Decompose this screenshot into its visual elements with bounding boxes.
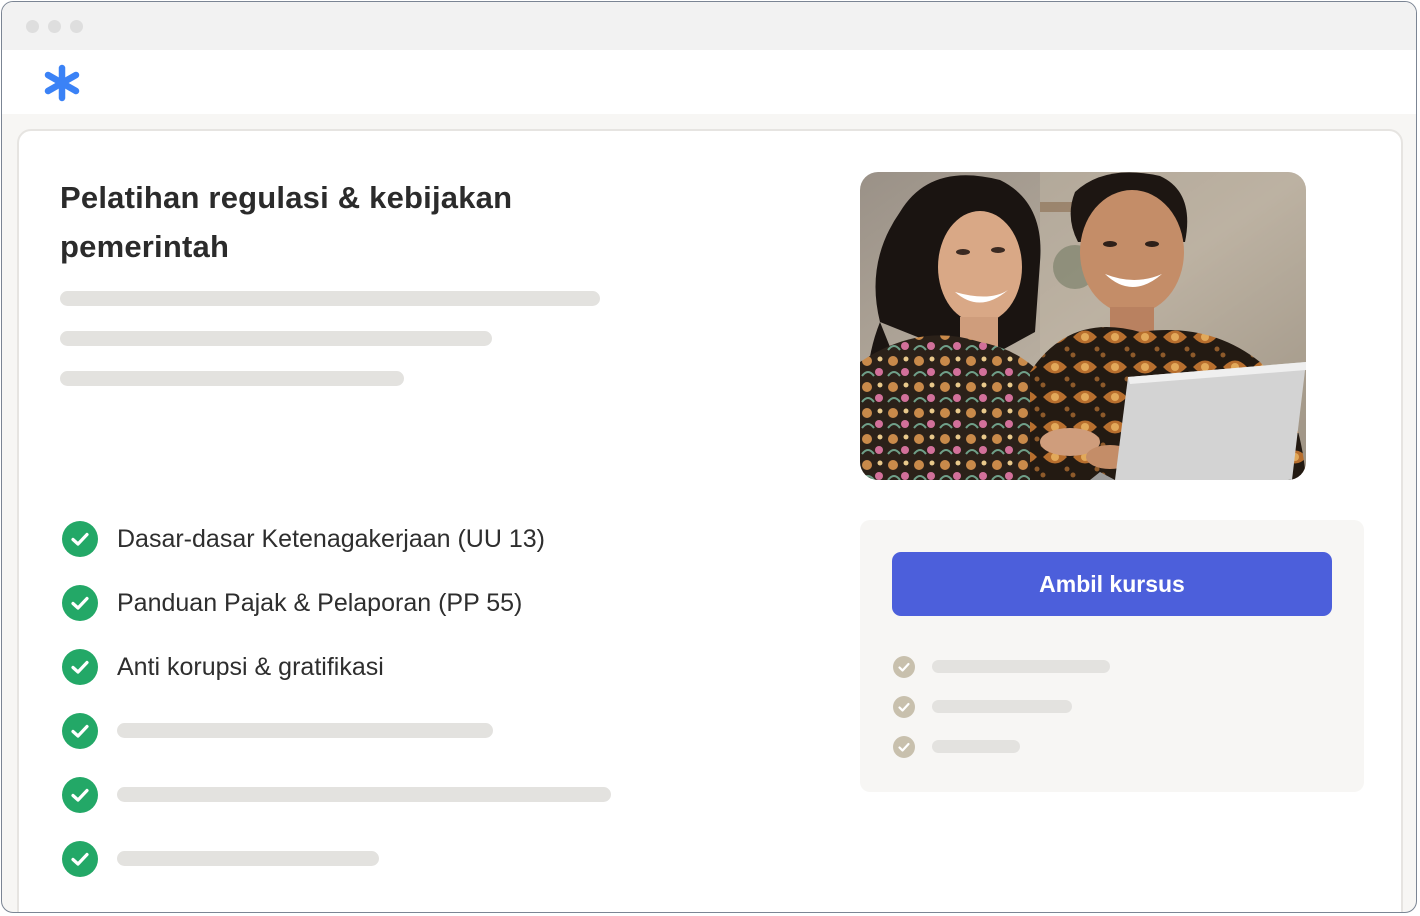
feature-item xyxy=(62,775,762,815)
check-circle-icon xyxy=(893,656,915,678)
feature-item: Panduan Pajak & Pelaporan (PP 55) xyxy=(62,583,762,623)
course-card: Pelatihan regulasi & kebijakan pemerinta… xyxy=(17,129,1403,912)
feature-label: Anti korupsi & gratifikasi xyxy=(117,653,384,681)
check-circle-icon xyxy=(893,736,915,758)
check-circle-icon xyxy=(62,713,98,749)
description-placeholder-line xyxy=(60,371,404,386)
check-circle-icon xyxy=(893,696,915,718)
window-close-dot[interactable] xyxy=(26,20,39,33)
feature-label: Dasar-dasar Ketenagakerjaan (UU 13) xyxy=(117,525,545,553)
course-illustration xyxy=(860,172,1306,480)
feature-label: Panduan Pajak & Pelaporan (PP 55) xyxy=(117,589,523,617)
feature-placeholder-line xyxy=(117,723,493,738)
check-circle-icon xyxy=(62,521,98,557)
window-minimize-dot[interactable] xyxy=(48,20,61,33)
feature-placeholder-line xyxy=(117,851,379,866)
enroll-panel: Ambil kursus xyxy=(860,520,1364,792)
check-circle-icon xyxy=(62,649,98,685)
feature-item xyxy=(62,711,762,751)
feature-placeholder-line xyxy=(117,787,611,802)
browser-window: Pelatihan regulasi & kebijakan pemerinta… xyxy=(1,1,1417,913)
course-title: Pelatihan regulasi & kebijakan pemerinta… xyxy=(60,180,513,264)
check-circle-icon xyxy=(62,585,98,621)
description-placeholder-line xyxy=(60,291,600,306)
check-circle-icon xyxy=(62,777,98,813)
course-photo xyxy=(860,172,1306,480)
title-bar xyxy=(2,2,1416,50)
window-maximize-dot[interactable] xyxy=(70,20,83,33)
asterisk-icon[interactable] xyxy=(42,63,82,103)
benefit-placeholder-line xyxy=(932,660,1110,673)
benefit-placeholder-line xyxy=(932,700,1072,713)
description-placeholder-line xyxy=(60,331,492,346)
take-course-button[interactable]: Ambil kursus xyxy=(892,552,1332,616)
benefit-placeholder-line xyxy=(932,740,1020,753)
feature-item: Anti korupsi & gratifikasi xyxy=(62,647,762,687)
feature-item xyxy=(62,839,762,879)
app-header xyxy=(2,50,1416,114)
feature-item: Dasar-dasar Ketenagakerjaan (UU 13) xyxy=(62,519,762,559)
check-circle-icon xyxy=(62,841,98,877)
